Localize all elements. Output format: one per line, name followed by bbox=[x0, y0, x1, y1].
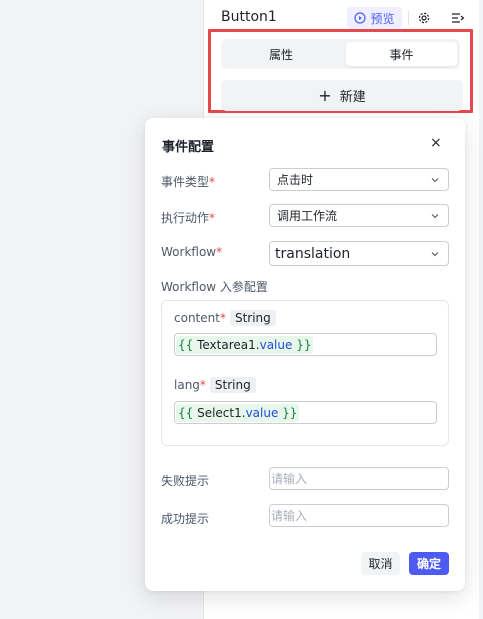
dialog-title: 事件配置 bbox=[162, 140, 215, 155]
new-event-button[interactable]: + 新建 bbox=[221, 80, 463, 111]
expr-property: value bbox=[259, 337, 293, 352]
expression-chip: {{ Select1.value }} bbox=[176, 403, 300, 422]
required-mark: * bbox=[209, 211, 216, 225]
new-event-label: 新建 bbox=[339, 90, 366, 105]
expr-close: }} bbox=[278, 405, 298, 420]
required-mark: * bbox=[216, 245, 223, 259]
expr-property: value bbox=[245, 405, 279, 420]
cancel-button[interactable]: 取消 bbox=[361, 552, 400, 575]
success-tip-label: 成功提示 bbox=[161, 512, 210, 526]
param-lang-input[interactable]: {{ Select1.value }} bbox=[174, 401, 437, 424]
chevron-down-icon bbox=[431, 177, 439, 182]
action-label-text: 执行动作 bbox=[161, 211, 210, 225]
param-name: lang bbox=[174, 378, 200, 392]
chevron-down-icon bbox=[431, 213, 439, 218]
fail-tip-label: 失败提示 bbox=[161, 474, 210, 488]
param-row-content: content* String bbox=[174, 310, 276, 326]
expression-chip: {{ Textarea1.value }} bbox=[176, 335, 314, 354]
action-label: 执行动作* bbox=[161, 209, 215, 226]
panel-edge bbox=[479, 0, 483, 619]
event-type-label: 事件类型* bbox=[161, 173, 215, 190]
plus-icon: + bbox=[318, 85, 332, 105]
required-mark: * bbox=[219, 311, 226, 325]
play-circle-icon bbox=[354, 12, 367, 24]
chevron-down-icon bbox=[431, 251, 439, 256]
action-value: 调用工作流 bbox=[277, 209, 338, 223]
expr-open: {{ bbox=[178, 405, 198, 420]
tab-events[interactable]: 事件 bbox=[346, 42, 457, 66]
event-config-dialog: 事件配置 × 事件类型* 点击时 执行动作* 调用工作流 Workflow* t… bbox=[145, 118, 465, 591]
expr-open: {{ bbox=[178, 337, 198, 352]
component-name: Button1 bbox=[221, 9, 277, 25]
event-type-label-text: 事件类型 bbox=[161, 175, 210, 189]
param-type-badge: String bbox=[229, 310, 276, 326]
preview-label: 预览 bbox=[370, 11, 395, 26]
action-select[interactable]: 调用工作流 bbox=[269, 204, 449, 227]
workflow-label-text: Workflow bbox=[161, 245, 217, 259]
expr-identifier: Select1 bbox=[197, 405, 242, 420]
params-section-title: Workflow 入参配置 bbox=[161, 280, 268, 294]
success-tip-input[interactable]: 请输入 bbox=[269, 504, 449, 527]
params-group: content* String {{ Textarea1.value }} la… bbox=[161, 300, 449, 446]
expr-close: }} bbox=[292, 337, 312, 352]
panel-tab-switcher: 属性 事件 bbox=[221, 39, 460, 69]
toolbar-divider bbox=[408, 11, 409, 25]
param-content-input[interactable]: {{ Textarea1.value }} bbox=[174, 333, 437, 356]
gear-icon[interactable] bbox=[417, 11, 431, 25]
fail-tip-input[interactable]: 请输入 bbox=[269, 467, 449, 490]
param-row-lang: lang* String bbox=[174, 377, 256, 393]
event-type-select[interactable]: 点击时 bbox=[269, 168, 449, 191]
param-name: content bbox=[174, 311, 220, 325]
expr-identifier: Textarea1 bbox=[197, 337, 256, 352]
confirm-button[interactable]: 确定 bbox=[409, 552, 449, 575]
workflow-value: translation bbox=[275, 245, 351, 262]
workflow-select[interactable]: translation bbox=[269, 241, 449, 266]
event-type-value: 点击时 bbox=[277, 173, 314, 187]
param-type-badge: String bbox=[209, 377, 256, 393]
close-icon[interactable]: × bbox=[430, 136, 442, 150]
required-mark: * bbox=[199, 378, 206, 392]
collapse-panel-icon[interactable] bbox=[451, 11, 465, 25]
tab-properties[interactable]: 属性 bbox=[224, 42, 338, 66]
required-mark: * bbox=[209, 175, 216, 189]
workflow-label: Workflow* bbox=[161, 245, 222, 259]
preview-button[interactable]: 预览 bbox=[347, 7, 402, 29]
